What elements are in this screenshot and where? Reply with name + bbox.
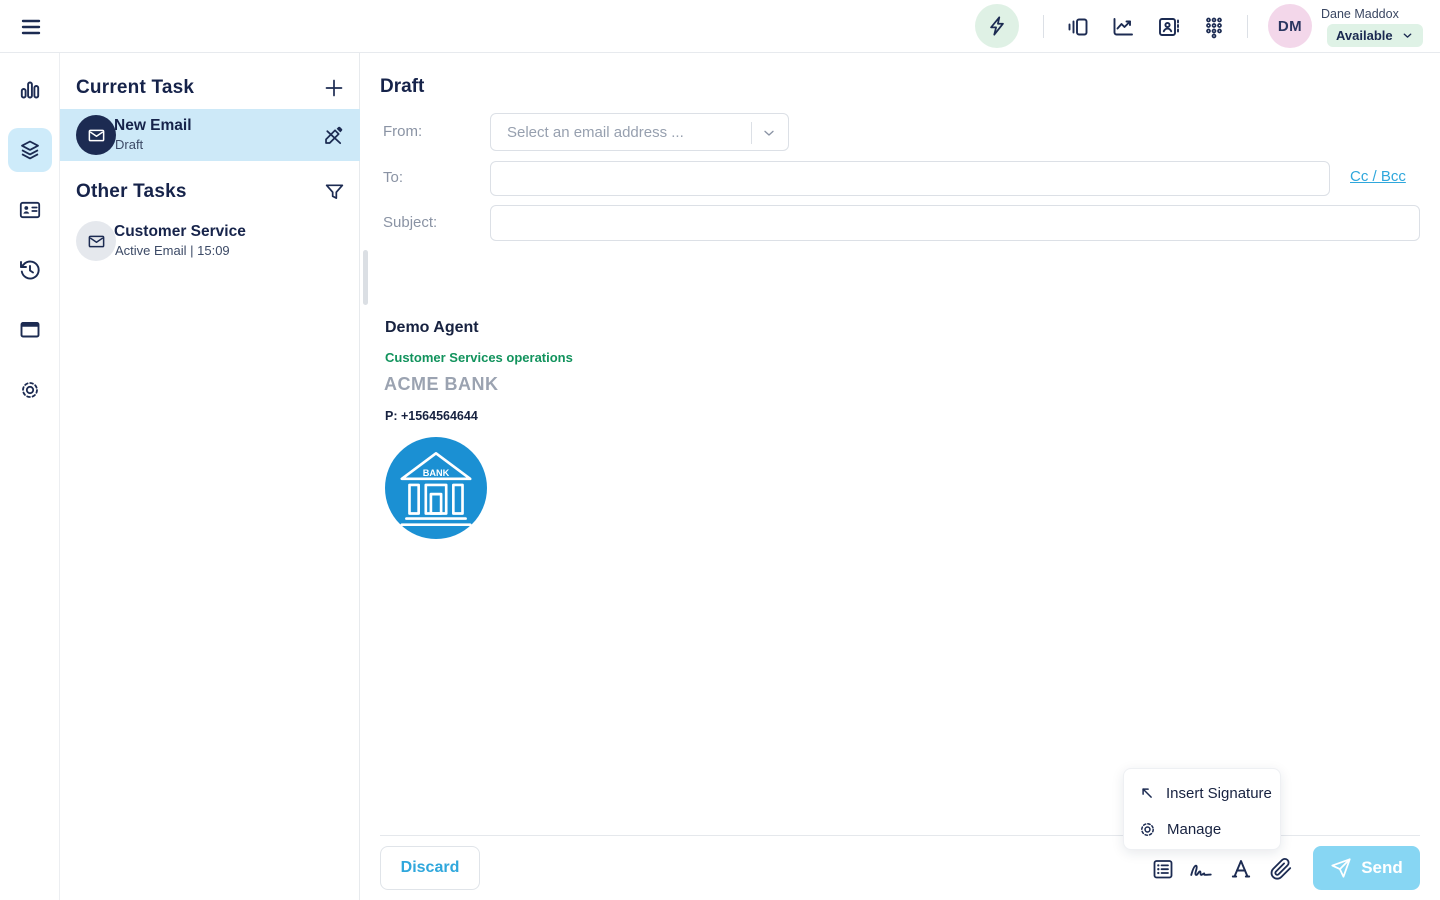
template-list-icon: [1151, 857, 1175, 881]
filter-icon: [323, 181, 346, 204]
pen-edit-icon: [322, 124, 345, 147]
body-scrollbar[interactable]: [363, 250, 368, 305]
font-format-button[interactable]: [1228, 856, 1254, 882]
availability-dropdown[interactable]: Available: [1327, 24, 1423, 47]
filter-tasks-button[interactable]: [321, 179, 347, 205]
email-task-avatar: [76, 115, 116, 155]
add-task-button[interactable]: [321, 75, 347, 101]
insert-signature-menu-item[interactable]: Insert Signature: [1124, 776, 1282, 810]
to-label: To:: [383, 169, 403, 186]
gear-icon: [18, 378, 42, 402]
task-subtitle: Active Email | 15:09: [115, 243, 230, 258]
paperclip-icon: [1269, 857, 1293, 881]
from-select[interactable]: Select an email address ...: [490, 113, 789, 151]
left-rail: [0, 53, 60, 900]
signature-company: ACME BANK: [384, 374, 499, 395]
analytics-button[interactable]: [1111, 15, 1135, 39]
envelope-icon: [87, 126, 106, 145]
task-panel: Current Task New Email Draft Other Tasks…: [60, 53, 360, 900]
menu-item-label: Manage: [1167, 821, 1221, 838]
select-divider: [751, 122, 752, 144]
to-input[interactable]: [490, 161, 1330, 196]
line-chart-icon: [1111, 15, 1135, 39]
apps-grid-button[interactable]: [1202, 15, 1226, 39]
templates-button[interactable]: [1150, 856, 1176, 882]
avatar-initials: DM: [1278, 18, 1302, 35]
chevron-down-icon: [1401, 29, 1414, 42]
edit-draft-button[interactable]: [322, 123, 346, 147]
manage-signatures-menu-item[interactable]: Manage: [1124, 812, 1282, 846]
signature-popover: Insert Signature Manage: [1123, 768, 1281, 850]
task-subtitle: Draft: [115, 137, 143, 152]
signature-icon: [1188, 856, 1214, 882]
menu-item-label: Insert Signature: [1166, 785, 1272, 802]
user-name: Dane Maddox: [1321, 7, 1399, 21]
discard-button[interactable]: Discard: [380, 846, 480, 890]
contacts-book-icon: [1157, 15, 1181, 39]
email-body[interactable]: Demo Agent Customer Services operations …: [366, 253, 1426, 833]
current-task-header: Current Task: [76, 77, 194, 99]
plus-icon: [322, 76, 346, 100]
history-icon: [18, 258, 42, 282]
rail-item-browser[interactable]: [8, 308, 52, 352]
app-window: DM Dane Maddox Available Current Task: [0, 0, 1440, 900]
signature-phone: P: +1564564644: [385, 409, 478, 423]
side-panel-icon: [1066, 15, 1090, 39]
subject-label: Subject:: [383, 214, 437, 231]
topbar-divider: [1043, 15, 1044, 38]
topbar: DM Dane Maddox Available: [0, 0, 1440, 53]
arrow-up-left-icon: [1138, 784, 1156, 802]
rail-item-history[interactable]: [8, 248, 52, 292]
contacts-button[interactable]: [1157, 15, 1181, 39]
bank-logo: BANK: [385, 437, 487, 539]
task-title: Customer Service: [114, 223, 246, 241]
from-placeholder: Select an email address ...: [507, 124, 684, 141]
bank-logo-label: BANK: [423, 468, 450, 478]
attach-file-button[interactable]: [1268, 856, 1294, 882]
email-task-avatar: [76, 221, 116, 261]
insert-signature-button[interactable]: [1188, 856, 1214, 882]
dots-grid-icon: [1202, 15, 1226, 39]
task-row-new-email[interactable]: New Email Draft: [60, 109, 360, 161]
rail-item-stats[interactable]: [8, 68, 52, 112]
task-title: New Email: [114, 117, 192, 135]
lightning-icon: [986, 15, 1008, 37]
hamburger-icon: [21, 18, 41, 36]
rail-item-contacts[interactable]: [8, 188, 52, 232]
id-card-icon: [18, 198, 42, 222]
other-tasks-header: Other Tasks: [76, 181, 187, 203]
font-icon: [1229, 857, 1253, 881]
send-label: Send: [1361, 858, 1403, 878]
subject-input[interactable]: [490, 205, 1420, 241]
cc-bcc-link[interactable]: Cc / Bcc: [1350, 168, 1406, 185]
signature-name: Demo Agent: [385, 319, 479, 337]
user-avatar[interactable]: DM: [1268, 4, 1312, 48]
browser-window-icon: [18, 318, 42, 342]
chevron-down-icon: [761, 125, 777, 141]
paper-plane-icon: [1330, 857, 1352, 879]
task-row-customer-service[interactable]: Customer Service Active Email | 15:09: [60, 215, 360, 267]
quick-actions-button[interactable]: [975, 4, 1019, 48]
bar-chart-icon: [18, 78, 42, 102]
rail-item-tasks[interactable]: [8, 128, 52, 172]
availability-label: Available: [1336, 28, 1393, 43]
topbar-divider: [1247, 15, 1248, 38]
gear-icon: [1138, 820, 1157, 839]
draft-title: Draft: [380, 76, 424, 98]
send-button[interactable]: Send: [1313, 846, 1420, 890]
from-label: From:: [383, 123, 422, 140]
side-panel-button[interactable]: [1066, 15, 1090, 39]
email-composer: Draft From: Select an email address ... …: [360, 53, 1440, 900]
rail-item-settings[interactable]: [8, 368, 52, 412]
hamburger-menu-button[interactable]: [16, 12, 46, 42]
signature-role: Customer Services operations: [385, 350, 573, 365]
envelope-icon: [87, 232, 106, 251]
layers-icon: [18, 138, 42, 162]
